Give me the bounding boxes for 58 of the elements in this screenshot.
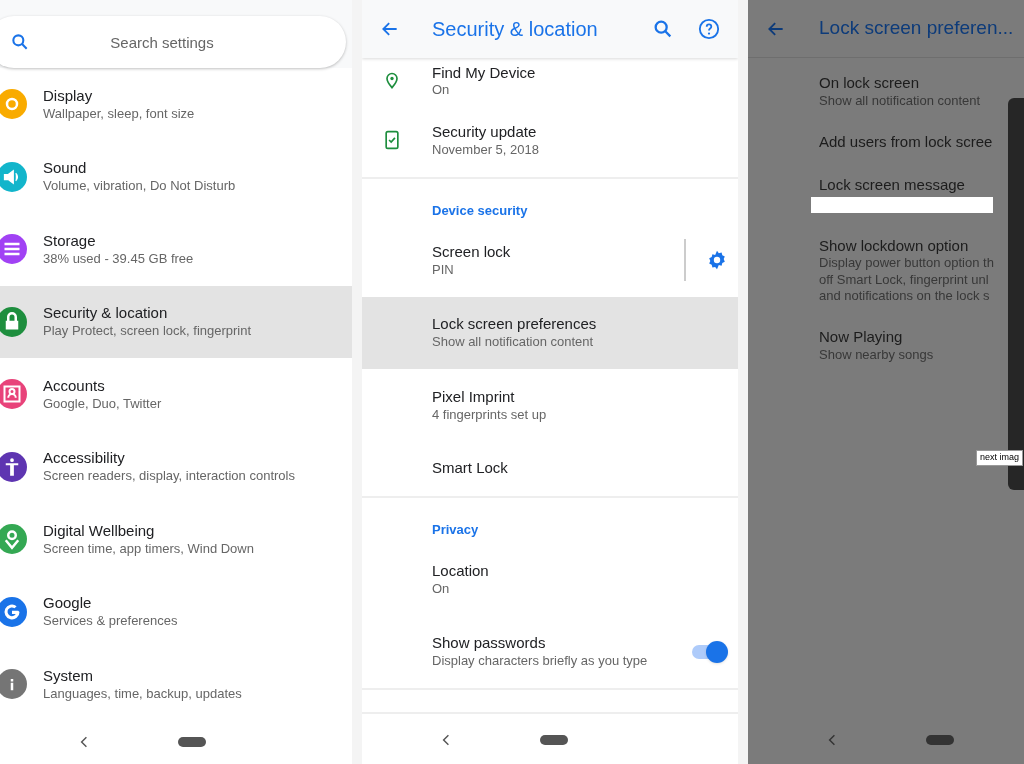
screen-title: Security & location (432, 17, 599, 42)
item-summary: Wallpaper, sleep, font size (43, 105, 195, 122)
item-title: Smart Lock (432, 459, 509, 478)
search-icon[interactable] (652, 18, 674, 40)
item-title[interactable]: On lock screen (819, 74, 1024, 93)
item-title: Screen lock (432, 242, 512, 262)
help-icon[interactable] (698, 18, 720, 40)
home-button[interactable] (540, 735, 568, 745)
settings-item[interactable]: Security & location Play Protect, screen lock, fingerprint (0, 285, 352, 358)
item-summary: Screen readers, display, interaction controls (43, 468, 295, 485)
item-summary: Play Protect, screen lock, fingerprint (43, 323, 252, 340)
item-summary: Display power button option th (819, 255, 995, 272)
item-title: Display (43, 86, 94, 106)
item-summary: 38% used - 39.45 GB free (43, 250, 194, 267)
phone-check-icon (382, 129, 402, 152)
item-title: Security update (432, 122, 538, 142)
item-summary: Show all notification content (819, 92, 982, 109)
item-summary: Languages, time, backup, updates (43, 685, 242, 702)
tooltip: next imag (976, 450, 1024, 466)
item-summary: Volume, vibration, Do Not Disturb (43, 178, 236, 195)
item-title: System (43, 666, 94, 686)
settings-item[interactable]: Lock screen preferences Show all notification content (362, 296, 738, 369)
back-icon[interactable] (828, 734, 836, 746)
item-summary: and notifications on the lock s (819, 287, 991, 304)
back-icon[interactable] (80, 736, 88, 749)
home-button[interactable] (926, 735, 954, 745)
item-title: Storage (43, 231, 97, 251)
item-summary: November 5, 2018 (432, 141, 540, 158)
back-icon[interactable] (442, 734, 450, 746)
item-title: Sound (43, 159, 88, 178)
item-summary: 4 fingerprints set up (432, 406, 548, 423)
item-title: Lock screen preferences (432, 315, 598, 334)
item-summary: Services & preferences (43, 613, 178, 630)
item-summary: Google, Duo, Twitter (43, 395, 162, 412)
item-summary: On (432, 580, 451, 597)
item-title: Show passwords (432, 634, 547, 653)
item-title: Google (43, 594, 93, 613)
item-summary: PIN (432, 261, 455, 278)
item-summary: On (432, 82, 451, 99)
settings-icon[interactable] (706, 249, 728, 272)
section-header: Privacy (431, 520, 480, 539)
item-title: Pixel Imprint (432, 387, 516, 407)
search-icon (10, 32, 30, 52)
item-summary: Show all notification content (432, 334, 595, 351)
item-title: Accounts (43, 376, 106, 396)
item-summary: Display characters briefly as you type (432, 653, 649, 670)
item-title: Location (432, 561, 490, 581)
search-field[interactable]: Search settings (0, 16, 346, 68)
home-button[interactable] (178, 737, 206, 748)
item-summary: Screen time, app timers, Wind Down (43, 540, 254, 557)
item-title: Security & location (43, 304, 169, 323)
section-header: Device security (431, 201, 529, 220)
item-title: Digital Wellbeing (43, 521, 156, 541)
item-summary: Show nearby songs (819, 346, 935, 363)
item-summary: off Smart Lock, fingerprint unl (819, 271, 990, 288)
item-title: Find My Device (432, 63, 537, 83)
screen-title: Lock screen preferen... (819, 16, 1014, 41)
item-title: Accessibility (43, 449, 126, 468)
